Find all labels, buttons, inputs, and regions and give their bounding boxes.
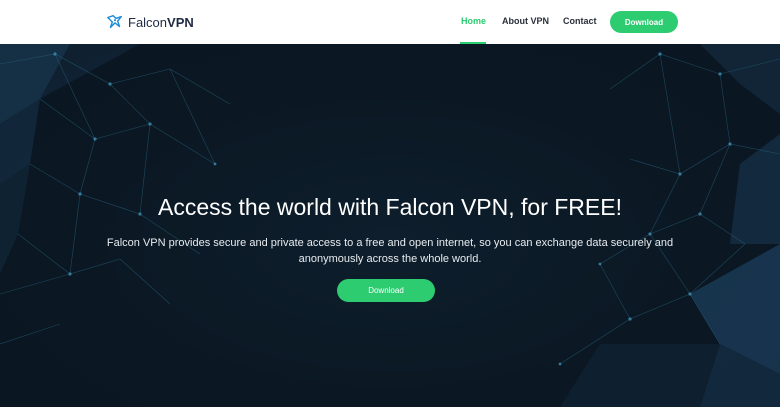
network-background [0, 44, 780, 407]
brand-name: FalconVPN [128, 14, 194, 30]
falcon-bird-icon [107, 14, 123, 29]
nav-about-vpn-link[interactable]: About VPN [502, 16, 549, 26]
nav-contact-link[interactable]: Contact [563, 16, 597, 26]
header-download-button[interactable]: Download [610, 11, 678, 33]
site-header: FalconVPN Home About VPN Contact Downloa… [0, 0, 780, 44]
brand-logo[interactable]: FalconVPN [106, 12, 194, 32]
hero-description: Falcon VPN provides secure and private a… [106, 237, 674, 265]
hero-title: Access the world with Falcon VPN, for FR… [158, 194, 622, 220]
hero-section: Access the world with Falcon VPN, for FR… [0, 44, 780, 407]
nav-home-link[interactable]: Home [461, 16, 486, 26]
hero-download-button[interactable]: Download [337, 279, 435, 302]
